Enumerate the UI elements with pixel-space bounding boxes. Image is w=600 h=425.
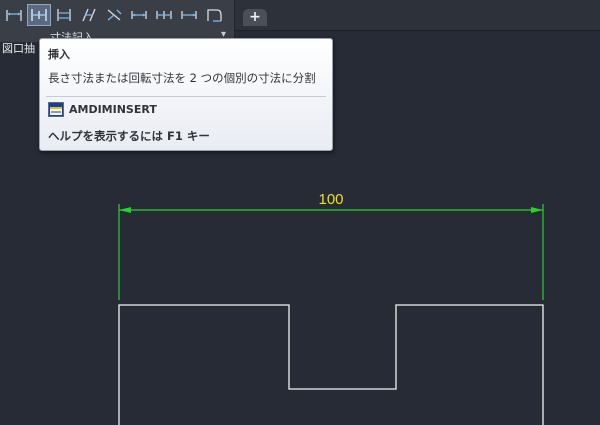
tooltip-description: 長さ寸法または回転寸法を 2 つの個別の寸法に分割	[48, 71, 316, 85]
chain-dimension-icon	[181, 11, 197, 19]
insert-dimension-icon	[31, 9, 47, 21]
tooltip-help-hint: ヘルプを表示するには F1 キー	[48, 129, 210, 143]
command-icon	[48, 102, 64, 117]
part-outline	[118, 304, 544, 425]
file-tab-strip: +	[235, 0, 600, 31]
linear-dimension-icon	[6, 10, 22, 21]
command-tooltip: 挿入 長さ寸法または回転寸法を 2 つの個別の寸法に分割 AMDIMINSERT…	[39, 38, 333, 151]
drawing-label: 図口抽	[2, 42, 35, 55]
ordinate-dimension-icon	[156, 11, 172, 19]
ribbon-tool-row	[2, 4, 227, 28]
tooltip-divider	[46, 96, 326, 97]
dimension-text[interactable]: 100	[318, 191, 343, 208]
insert-dimension-button[interactable]	[27, 4, 51, 26]
arc-dimension-icon	[207, 9, 222, 22]
ribbon-panel: 寸法記入 ▾	[0, 0, 235, 44]
break-dimension-button[interactable]	[102, 4, 126, 26]
dimension-arrow-right	[531, 207, 543, 213]
ordinate-dimension-button[interactable]	[152, 4, 176, 26]
arc-dimension-button[interactable]	[202, 4, 226, 26]
linear-dimension-button[interactable]	[2, 4, 26, 26]
aligned-dimension-button[interactable]	[77, 4, 101, 26]
aligned-dimension-icon	[82, 8, 96, 22]
dimension-arrow-left	[119, 207, 131, 213]
baseline-dimension-button[interactable]	[52, 4, 76, 26]
continue-dimension-icon	[131, 11, 147, 19]
baseline-dimension-icon	[57, 9, 71, 21]
new-tab-button[interactable]: +	[243, 9, 267, 26]
tooltip-title: 挿入	[48, 48, 70, 61]
break-dimension-icon	[107, 9, 122, 21]
tooltip-command-name: AMDIMINSERT	[69, 103, 157, 116]
chain-dimension-button[interactable]	[177, 4, 201, 26]
continue-dimension-button[interactable]	[127, 4, 151, 26]
